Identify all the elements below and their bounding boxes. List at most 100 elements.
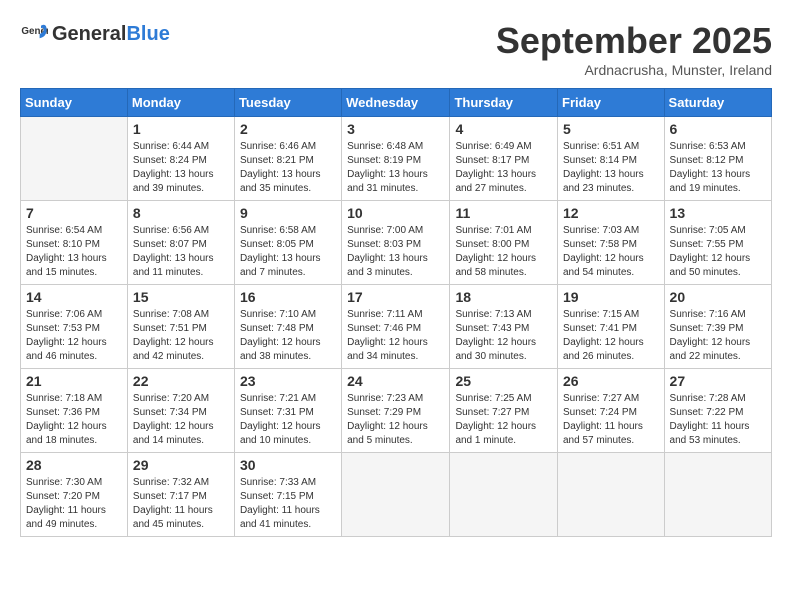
calendar-cell: 25Sunrise: 7:25 AMSunset: 7:27 PMDayligh…	[450, 369, 558, 453]
calendar-header-row: SundayMondayTuesdayWednesdayThursdayFrid…	[21, 89, 772, 117]
weekday-header: Saturday	[664, 89, 771, 117]
calendar-cell: 26Sunrise: 7:27 AMSunset: 7:24 PMDayligh…	[558, 369, 665, 453]
day-info: Sunrise: 7:20 AMSunset: 7:34 PMDaylight:…	[133, 392, 229, 448]
day-number: 16	[240, 289, 336, 305]
calendar-cell: 20Sunrise: 7:16 AMSunset: 7:39 PMDayligh…	[664, 285, 771, 369]
calendar-cell	[450, 453, 558, 537]
day-info: Sunrise: 7:33 AMSunset: 7:15 PMDaylight:…	[240, 476, 336, 532]
calendar-cell: 7 Sunrise: 6:54 AMSunset: 8:10 PMDaylight…	[21, 201, 128, 285]
calendar-cell: 2 Sunrise: 6:46 AMSunset: 8:21 PMDaylight…	[234, 117, 341, 201]
calendar-cell: 9 Sunrise: 6:58 AMSunset: 8:05 PMDaylight…	[234, 201, 341, 285]
day-number: 2	[240, 121, 336, 137]
day-number: 27	[670, 373, 766, 389]
weekday-header: Friday	[558, 89, 665, 117]
day-number: 11	[455, 205, 552, 221]
day-info: Sunrise: 7:30 AMSunset: 7:20 PMDaylight:…	[26, 476, 122, 532]
calendar-cell	[558, 453, 665, 537]
calendar-week-row: 14 Sunrise: 7:06 AMSunset: 7:53 PMDayligh…	[21, 285, 772, 369]
day-number: 13	[670, 205, 766, 221]
day-info: Sunrise: 7:10 AMSunset: 7:48 PMDaylight:…	[240, 308, 336, 364]
day-info: Sunrise: 7:06 AMSunset: 7:53 PMDaylight:…	[26, 308, 122, 364]
calendar-cell: 21 Sunrise: 7:18 AMSunset: 7:36 PMDayligh…	[21, 369, 128, 453]
day-info: Sunrise: 6:53 AMSunset: 8:12 PMDaylight:…	[670, 140, 766, 196]
calendar-cell: 1 Sunrise: 6:44 AMSunset: 8:24 PMDaylight…	[127, 117, 234, 201]
day-number: 19	[563, 289, 659, 305]
calendar-week-row: 21 Sunrise: 7:18 AMSunset: 7:36 PMDayligh…	[21, 369, 772, 453]
weekday-header: Tuesday	[234, 89, 341, 117]
weekday-header: Thursday	[450, 89, 558, 117]
day-info: Sunrise: 7:32 AMSunset: 7:17 PMDaylight:…	[133, 476, 229, 532]
day-number: 10	[347, 205, 444, 221]
day-number: 28	[26, 457, 122, 473]
calendar-cell: 4Sunrise: 6:49 AMSunset: 8:17 PMDaylight…	[450, 117, 558, 201]
day-number: 25	[455, 373, 552, 389]
day-number: 21	[26, 373, 122, 389]
calendar-cell: 27Sunrise: 7:28 AMSunset: 7:22 PMDayligh…	[664, 369, 771, 453]
day-number: 29	[133, 457, 229, 473]
calendar-cell: 3 Sunrise: 6:48 AMSunset: 8:19 PMDaylight…	[342, 117, 450, 201]
weekday-header: Wednesday	[342, 89, 450, 117]
day-info: Sunrise: 7:11 AMSunset: 7:46 PMDaylight:…	[347, 308, 444, 364]
calendar-cell: 17 Sunrise: 7:11 AMSunset: 7:46 PMDayligh…	[342, 285, 450, 369]
calendar-table: SundayMondayTuesdayWednesdayThursdayFrid…	[20, 88, 772, 537]
day-info: Sunrise: 6:46 AMSunset: 8:21 PMDaylight:…	[240, 140, 336, 196]
day-info: Sunrise: 6:48 AMSunset: 8:19 PMDaylight:…	[347, 140, 444, 196]
calendar-cell: 30 Sunrise: 7:33 AMSunset: 7:15 PMDayligh…	[234, 453, 341, 537]
calendar-cell: 23Sunrise: 7:21 AMSunset: 7:31 PMDayligh…	[234, 369, 341, 453]
calendar-cell: 11 Sunrise: 7:01 AMSunset: 8:00 PMDayligh…	[450, 201, 558, 285]
logo: General General Blue	[20, 20, 170, 48]
calendar-cell: 14 Sunrise: 7:06 AMSunset: 7:53 PMDayligh…	[21, 285, 128, 369]
day-number: 20	[670, 289, 766, 305]
calendar-cell: 24Sunrise: 7:23 AMSunset: 7:29 PMDayligh…	[342, 369, 450, 453]
calendar-cell: 8Sunrise: 6:56 AMSunset: 8:07 PMDaylight…	[127, 201, 234, 285]
day-info: Sunrise: 7:27 AMSunset: 7:24 PMDaylight:…	[563, 392, 659, 448]
calendar-cell	[342, 453, 450, 537]
calendar-cell: 10 Sunrise: 7:00 AMSunset: 8:03 PMDayligh…	[342, 201, 450, 285]
day-number: 22	[133, 373, 229, 389]
day-info: Sunrise: 7:03 AMSunset: 7:58 PMDaylight:…	[563, 224, 659, 280]
calendar-cell: 29 Sunrise: 7:32 AMSunset: 7:17 PMDayligh…	[127, 453, 234, 537]
day-info: Sunrise: 7:15 AMSunset: 7:41 PMDaylight:…	[563, 308, 659, 364]
day-number: 14	[26, 289, 122, 305]
day-number: 9	[240, 205, 336, 221]
day-info: Sunrise: 7:01 AMSunset: 8:00 PMDaylight:…	[455, 224, 552, 280]
day-number: 6	[670, 121, 766, 137]
calendar-cell: 15 Sunrise: 7:08 AMSunset: 7:51 PMDayligh…	[127, 285, 234, 369]
calendar-cell: 22 Sunrise: 7:20 AMSunset: 7:34 PMDayligh…	[127, 369, 234, 453]
weekday-header: Monday	[127, 89, 234, 117]
calendar-cell	[21, 117, 128, 201]
day-number: 3	[347, 121, 444, 137]
calendar-week-row: 7 Sunrise: 6:54 AMSunset: 8:10 PMDaylight…	[21, 201, 772, 285]
day-number: 12	[563, 205, 659, 221]
day-number: 17	[347, 289, 444, 305]
day-number: 4	[455, 121, 552, 137]
calendar-cell: 12 Sunrise: 7:03 AMSunset: 7:58 PMDayligh…	[558, 201, 665, 285]
day-info: Sunrise: 7:13 AMSunset: 7:43 PMDaylight:…	[455, 308, 552, 364]
calendar-cell: 19 Sunrise: 7:15 AMSunset: 7:41 PMDayligh…	[558, 285, 665, 369]
logo-blue-text: Blue	[126, 23, 169, 46]
day-info: Sunrise: 7:00 AMSunset: 8:03 PMDaylight:…	[347, 224, 444, 280]
month-title: September 2025	[496, 20, 772, 62]
day-number: 15	[133, 289, 229, 305]
day-info: Sunrise: 6:54 AMSunset: 8:10 PMDaylight:…	[26, 224, 122, 280]
calendar-cell: 5 Sunrise: 6:51 AMSunset: 8:14 PMDaylight…	[558, 117, 665, 201]
day-info: Sunrise: 7:18 AMSunset: 7:36 PMDaylight:…	[26, 392, 122, 448]
calendar-cell: 13Sunrise: 7:05 AMSunset: 7:55 PMDayligh…	[664, 201, 771, 285]
calendar-cell: 6 Sunrise: 6:53 AMSunset: 8:12 PMDaylight…	[664, 117, 771, 201]
day-number: 30	[240, 457, 336, 473]
day-number: 18	[455, 289, 552, 305]
day-number: 5	[563, 121, 659, 137]
day-info: Sunrise: 6:44 AMSunset: 8:24 PMDaylight:…	[133, 140, 229, 196]
calendar-cell: 18 Sunrise: 7:13 AMSunset: 7:43 PMDayligh…	[450, 285, 558, 369]
day-info: Sunrise: 7:23 AMSunset: 7:29 PMDaylight:…	[347, 392, 444, 448]
day-info: Sunrise: 6:51 AMSunset: 8:14 PMDaylight:…	[563, 140, 659, 196]
day-info: Sunrise: 6:58 AMSunset: 8:05 PMDaylight:…	[240, 224, 336, 280]
title-block: September 2025 Ardnacrusha, Munster, Ire…	[496, 20, 772, 78]
day-info: Sunrise: 7:21 AMSunset: 7:31 PMDaylight:…	[240, 392, 336, 448]
calendar-cell: 16 Sunrise: 7:10 AMSunset: 7:48 PMDayligh…	[234, 285, 341, 369]
day-info: Sunrise: 7:08 AMSunset: 7:51 PMDaylight:…	[133, 308, 229, 364]
logo-icon: General	[20, 20, 48, 48]
day-number: 1	[133, 121, 229, 137]
calendar-cell	[664, 453, 771, 537]
day-number: 7	[26, 205, 122, 221]
